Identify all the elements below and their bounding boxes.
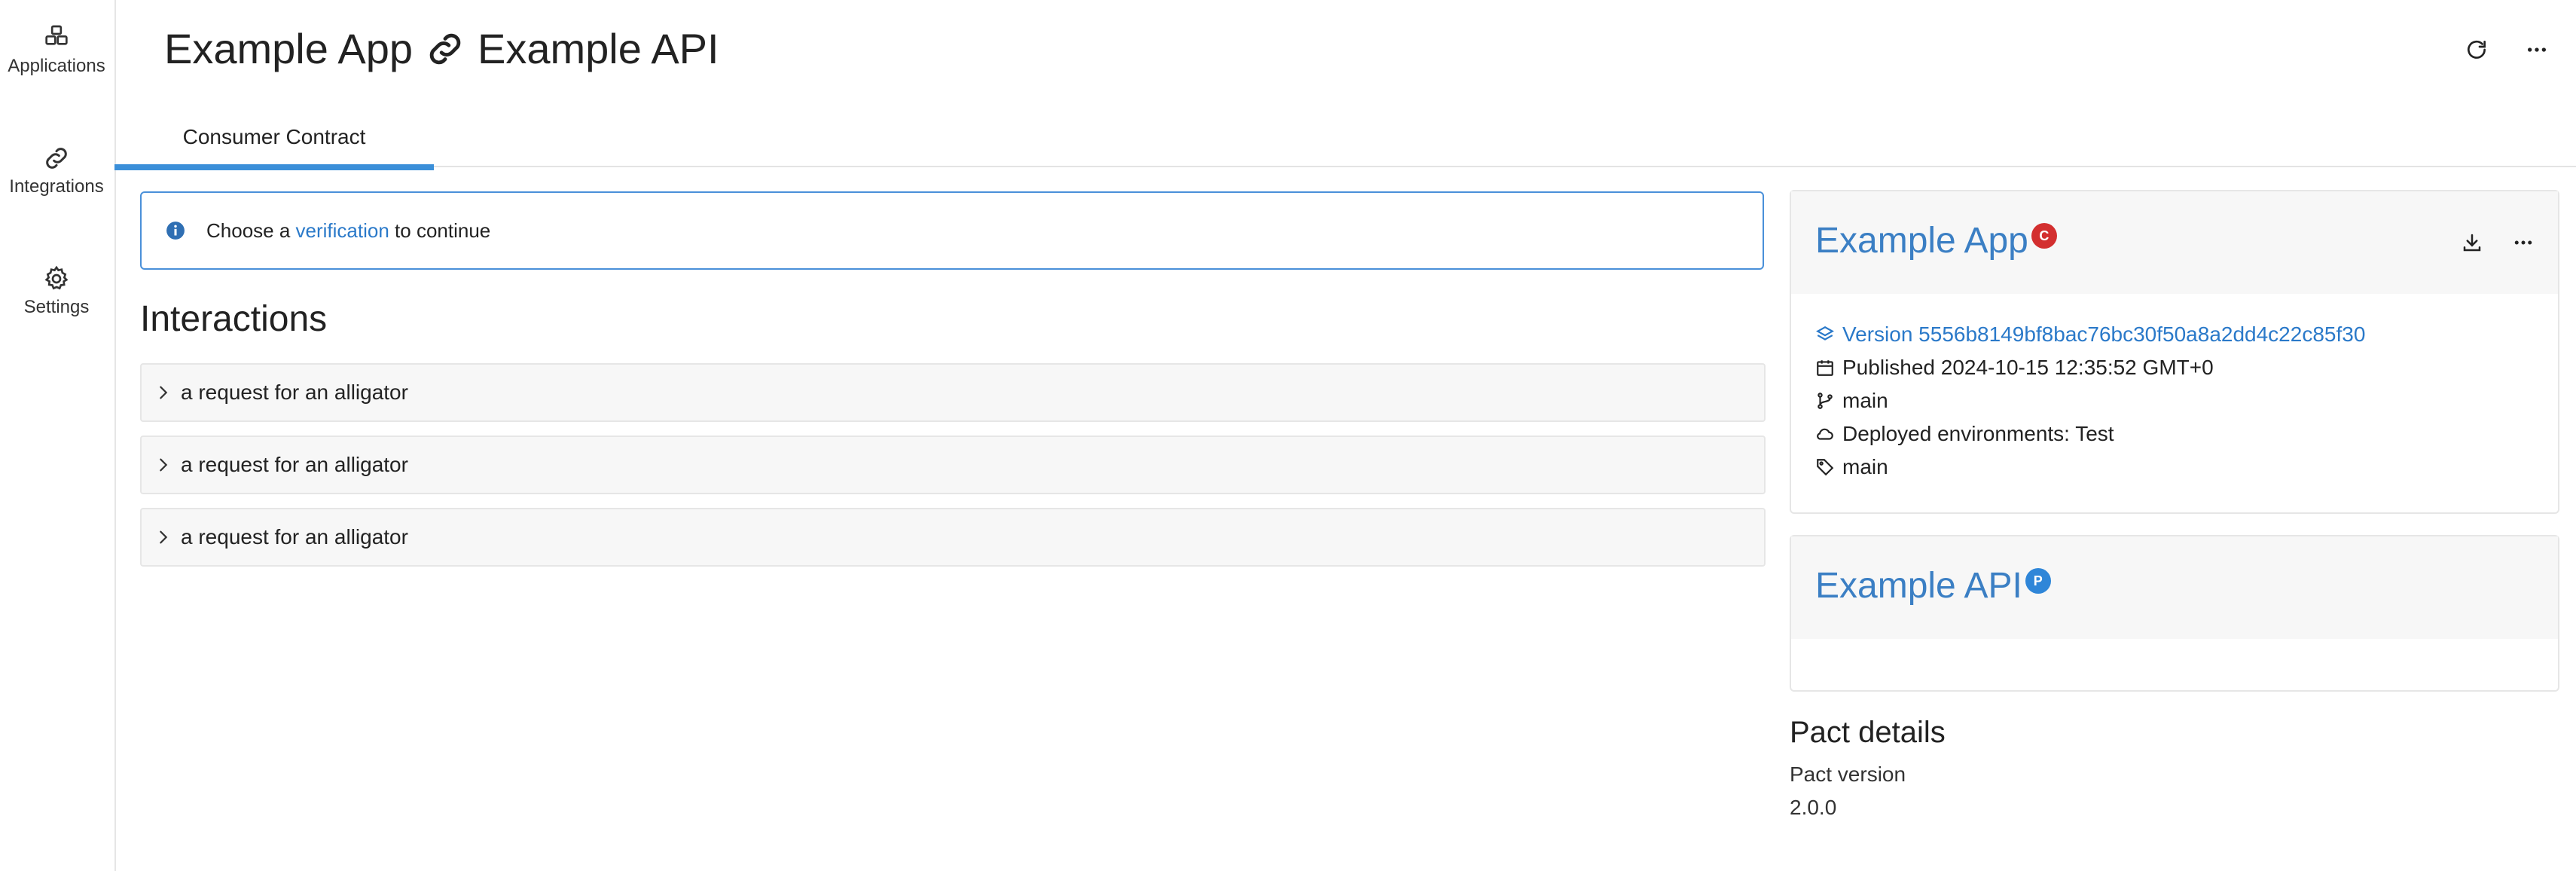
interaction-label: a request for an alligator [181,380,408,404]
header-actions [2460,33,2553,66]
interaction-item[interactable]: a request for an alligator [140,436,1766,494]
verification-link[interactable]: verification [296,219,389,243]
published-text: Published 2024-10-15 12:35:52 GMT+0 [1842,356,2214,379]
branch-icon [1818,393,1833,409]
tab-bar: Consumer Contract [114,113,2576,170]
chevron-right-icon [160,458,168,472]
branch-row: main [1815,384,2558,417]
boxes-icon [45,25,68,45]
sidebar-item-label: Applications [8,56,105,76]
provider-title[interactable]: Example API P [1815,565,2051,607]
version-link[interactable]: Version 5556b8149bf8bac76bc30f50a8a2dd4c… [1815,318,2558,351]
environments-text: Deployed environments: Test [1842,422,2114,445]
environments-row: Deployed environments: Test [1815,417,2558,451]
pact-version-value: 2.0.0 [1790,796,1837,819]
refresh-icon [2468,40,2486,59]
branch-text: main [1842,389,1888,412]
card-more-button[interactable] [2507,226,2540,259]
refresh-button[interactable] [2460,33,2493,66]
interaction-label: a request for an alligator [181,525,408,549]
tab-consumer-contract[interactable]: Consumer Contract [114,113,434,170]
info-alert: Choose a verification to continue [140,191,1764,270]
interaction-item[interactable]: a request for an alligator [140,363,1766,422]
interaction-label: a request for an alligator [181,453,408,476]
provider-card: Example API P [1790,535,2559,692]
consumer-title-text: Example App [1815,221,2028,261]
ellipsis-icon [2514,240,2532,245]
tag-icon [1817,459,1834,476]
sidebar-item-applications[interactable]: Applications [0,23,113,77]
interactions-heading: Interactions [140,299,328,339]
provider-badge: P [2025,568,2051,594]
alert-text-prefix: Choose a [206,219,296,242]
chevron-right-icon [160,530,168,544]
sidebar: Applications Integrations Settings [0,0,116,871]
download-button[interactable] [2455,226,2489,259]
interaction-item[interactable]: a request for an alligator [140,508,1766,567]
sidebar-item-settings[interactable]: Settings [0,264,113,318]
cloud-icon [1817,428,1833,440]
pact-version-label: Pact version [1790,763,1906,786]
provider-card-header: Example API P [1791,536,2558,639]
download-icon [2463,234,2481,252]
pact-details-heading: Pact details [1790,716,1946,749]
page-title: Example App Example API [164,24,719,73]
sidebar-item-integrations[interactable]: Integrations [0,143,113,197]
alert-text-suffix: to continue [389,219,491,242]
consumer-card: Example App C Version 5556b8149bf8bac76b… [1790,190,2559,514]
link-icon [429,33,461,64]
consumer-meta: Version 5556b8149bf8bac76bc30f50a8a2dd4c… [1791,294,2558,484]
consumer-badge: C [2031,223,2057,249]
published-row: Published 2024-10-15 12:35:52 GMT+0 [1815,351,2558,384]
more-button[interactable] [2520,33,2553,66]
consumer-title[interactable]: Example App C [1815,220,2057,261]
ellipsis-icon [2528,47,2546,52]
version-text: Version 5556b8149bf8bac76bc30f50a8a2dd4c… [1842,322,2366,346]
consumer-card-header: Example App C [1791,191,2558,294]
tag-row: main [1815,451,2558,484]
link-icon [46,148,67,169]
chevron-right-icon [160,386,168,399]
gear-icon [44,265,69,290]
provider-title-text: Example API [1815,566,2022,606]
sidebar-item-label: Integrations [9,176,104,197]
page-title-provider: Example API [477,25,719,72]
consumer-card-actions [2455,226,2540,259]
layers-icon [1816,326,1834,341]
info-icon [166,222,185,240]
calendar-icon [1817,360,1833,376]
tag-text: main [1842,455,1888,478]
page-title-consumer: Example App [164,25,413,72]
sidebar-item-label: Settings [23,297,90,317]
